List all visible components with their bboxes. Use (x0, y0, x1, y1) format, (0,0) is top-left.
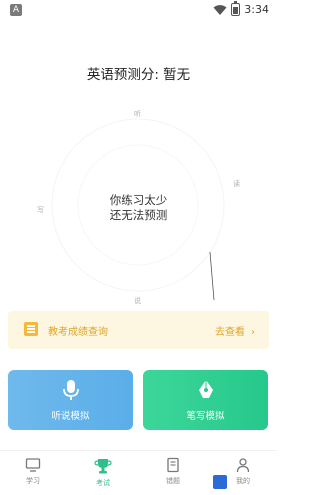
notification-icon: A (10, 4, 22, 16)
written-mock-button[interactable]: 笔写模拟 (143, 370, 268, 430)
status-time: 3:34 (244, 3, 269, 16)
status-bar: A 3:34 (0, 0, 277, 22)
radar-message-line2: 还无法预测 (109, 208, 168, 222)
radar-message-line1: 你练习太少 (109, 193, 168, 207)
card-label: 听说模拟 (51, 411, 90, 422)
radar-axis-label-top: 听 (134, 110, 141, 118)
tab-study[interactable]: 学习 (8, 457, 58, 486)
microphone-icon (62, 380, 79, 400)
wifi-icon (213, 4, 227, 15)
listening-speaking-mock-button[interactable]: 听说模拟 (8, 370, 133, 430)
monitor-icon (25, 458, 41, 472)
chevron-right-icon: › (251, 327, 255, 338)
banner-text: 教考成绩查询 (48, 327, 108, 338)
document-icon (24, 322, 38, 336)
watermark-logo (213, 475, 227, 489)
radar-axis-label-bottom: 说 (134, 297, 141, 305)
tab-label: 错题 (166, 477, 180, 485)
notebook-icon (167, 457, 179, 473)
pen-icon (198, 380, 213, 398)
status-indicators: 3:34 (213, 1, 269, 16)
card-label: 笔写模拟 (186, 411, 225, 422)
watermark (213, 474, 273, 490)
predicted-score-title: 英语预测分: 暂无 (86, 67, 191, 83)
tab-exam[interactable]: 考试 (78, 457, 128, 488)
radar-message: 你练习太少 还无法预测 (0, 193, 277, 223)
tab-wrong-questions[interactable]: 错题 (148, 457, 198, 486)
banner-link-label: 去查看 (215, 327, 245, 338)
trophy-icon (94, 459, 112, 474)
banner-view-link[interactable]: 去查看 › (215, 323, 255, 338)
score-query-banner[interactable]: 教考成绩查询 去查看 › (8, 311, 269, 349)
battery-icon (231, 1, 241, 16)
tab-label: 考试 (96, 479, 110, 487)
person-icon (236, 458, 250, 473)
pointer-line (209, 251, 215, 301)
tab-label: 学习 (26, 477, 40, 485)
radar-axis-label-right: 读 (233, 180, 240, 188)
